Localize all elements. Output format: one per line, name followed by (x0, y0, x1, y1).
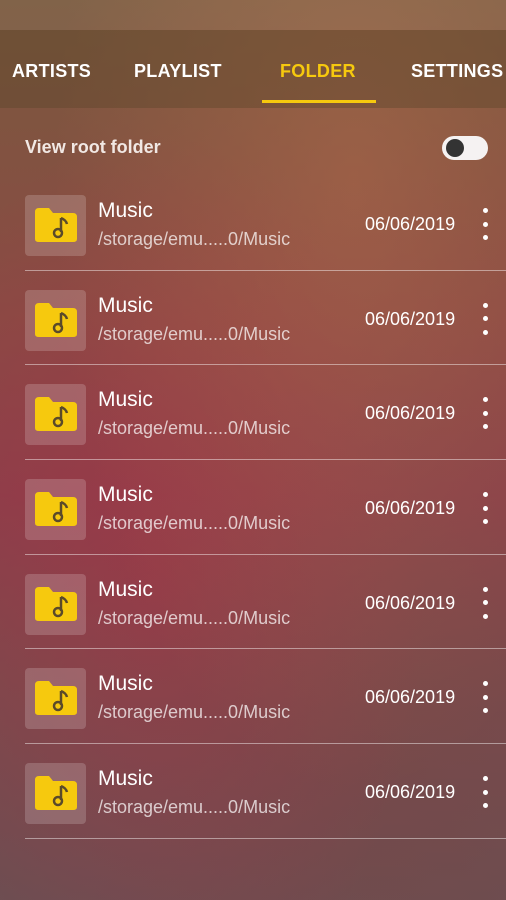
tab-artists[interactable]: ARTISTS (12, 61, 91, 82)
more-vert-icon[interactable] (476, 397, 494, 430)
folder-list-item[interactable]: Music /storage/emu.....0/Music 06/06/201… (0, 649, 506, 745)
folder-date: 06/06/2019 (365, 308, 456, 329)
more-vert-icon[interactable] (476, 208, 494, 240)
folder-list-item[interactable]: Music /storage/emu.....0/Music 06/06/201… (0, 744, 506, 839)
folder-path: /storage/emu.....0/Music (98, 229, 291, 249)
more-vert-icon[interactable] (476, 776, 494, 809)
folder-list-item[interactable]: Music /storage/emu.....0/Music 06/06/201… (0, 176, 506, 271)
folder-name: Music (98, 199, 153, 222)
more-vert-icon[interactable] (476, 492, 494, 525)
tab-playlist[interactable]: PLAYLIST (134, 61, 222, 82)
folder-name: Music (98, 767, 153, 791)
folder-list-item[interactable]: Music /storage/emu.....0/Music 06/06/201… (0, 271, 506, 366)
folder-date: 06/06/2019 (365, 403, 456, 424)
status-bar (0, 0, 506, 30)
divider (25, 837, 506, 839)
folder-date: 06/06/2019 (365, 498, 456, 519)
folder-date: 06/06/2019 (365, 782, 456, 803)
active-tab-indicator (262, 100, 376, 103)
music-folder-icon (25, 668, 86, 730)
more-vert-icon[interactable] (476, 681, 494, 714)
folder-date: 06/06/2019 (365, 592, 456, 613)
tab-settings[interactable]: SETTINGS (411, 61, 503, 82)
folder-path: /storage/emu.....0/Music (98, 797, 291, 818)
tab-folder[interactable]: FOLDER (280, 61, 356, 82)
folder-path: /storage/emu.....0/Music (98, 702, 291, 723)
folder-list-item[interactable]: Music /storage/emu.....0/Music 06/06/201… (0, 460, 506, 555)
view-root-folder-label: View root folder (25, 137, 161, 157)
tab-bar: ARTISTS PLAYLIST FOLDER SETTINGS (0, 30, 506, 108)
folder-name: Music (98, 483, 153, 507)
more-vert-icon[interactable] (476, 302, 494, 335)
folder-path: /storage/emu.....0/Music (98, 513, 291, 534)
folder-path: /storage/emu.....0/Music (98, 607, 291, 628)
folder-name: Music (98, 577, 153, 601)
toggle-knob (446, 139, 464, 157)
folder-list-item[interactable]: Music /storage/emu.....0/Music 06/06/201… (0, 555, 506, 650)
music-folder-icon (25, 763, 86, 825)
view-root-folder-toggle[interactable] (442, 136, 488, 160)
folder-path: /storage/emu.....0/Music (98, 418, 291, 439)
folder-name: Music (98, 388, 153, 412)
folder-path: /storage/emu.....0/Music (98, 323, 291, 344)
music-folder-icon (25, 479, 86, 541)
music-folder-icon (25, 289, 86, 351)
music-folder-icon (25, 195, 86, 256)
music-folder-icon (25, 384, 86, 446)
folder-date: 06/06/2019 (365, 687, 456, 708)
folder-name: Music (98, 293, 153, 317)
folder-name: Music (98, 672, 153, 696)
more-vert-icon[interactable] (476, 586, 494, 619)
folder-list: Music /storage/emu.....0/Music 06/06/201… (0, 176, 506, 839)
view-root-folder-row: View root folder (0, 108, 506, 186)
music-folder-icon (25, 573, 86, 635)
folder-date: 06/06/2019 (365, 214, 456, 234)
folder-list-item[interactable]: Music /storage/emu.....0/Music 06/06/201… (0, 365, 506, 461)
